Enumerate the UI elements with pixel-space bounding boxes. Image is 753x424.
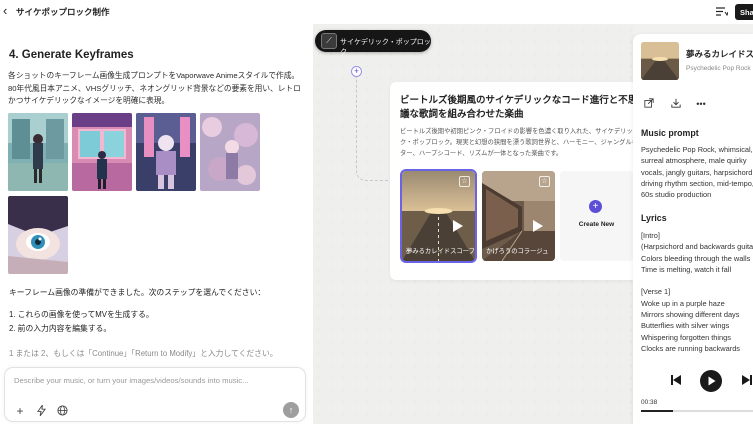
- keyframe-image[interactable]: [8, 196, 68, 274]
- keyframe-image[interactable]: [8, 113, 68, 191]
- create-new-button[interactable]: + Create New: [560, 171, 633, 261]
- lyrics-heading: Lyrics: [641, 213, 667, 223]
- wand-icon: ⟋: [321, 33, 337, 49]
- message-input[interactable]: [14, 376, 294, 385]
- music-prompt-text: Psychedelic Pop Rock, whimsical, surreal…: [641, 145, 753, 200]
- progress-bar[interactable]: [641, 410, 753, 412]
- download-icon[interactable]: [670, 98, 682, 110]
- lightning-icon[interactable]: [35, 403, 47, 417]
- song-title: 夢みるカレイドスコープ: [406, 248, 474, 255]
- play-icon[interactable]: [452, 219, 464, 233]
- add-icon[interactable]: +: [14, 405, 26, 417]
- song-title: かげろうのコラージュ: [486, 248, 549, 255]
- play-icon[interactable]: [532, 219, 544, 233]
- list-icon[interactable]: [716, 6, 728, 17]
- card-description: ビートルズ後期や初期ピンク・フロイドの影響を色濃く取り入れた、サイケデリック・ポ…: [400, 128, 639, 157]
- style-node-label: サイケデリック・ポップロック: [340, 39, 431, 56]
- previous-icon[interactable]: [670, 374, 682, 386]
- send-button[interactable]: ↑: [283, 402, 299, 418]
- keyframe-image[interactable]: [200, 113, 260, 191]
- lyrics-text: [Intro] (Harpsichord and backwards guita…: [641, 231, 753, 353]
- play-icon: [708, 376, 716, 386]
- create-new-label: Create New: [578, 221, 615, 228]
- card-title: ビートルズ後期風のサイケデリックなコード進行と不思議な歌詞を組み合わせた楽曲: [400, 95, 638, 120]
- instruction-hint: 1 または 2、もしくは「Continue」「Return to Modify」…: [9, 349, 278, 358]
- song-genre: Psychedelic Pop Rock: [686, 65, 751, 72]
- style-node[interactable]: ⟋ サイケデリック・ポップロック: [315, 30, 431, 56]
- play-button[interactable]: [700, 370, 722, 392]
- section-title: 4. Generate Keyframes: [9, 49, 134, 61]
- add-node-button[interactable]: +: [351, 66, 362, 77]
- top-bar: ‹ サイケポップロック制作 Shar: [0, 0, 753, 24]
- connector-line: [356, 77, 388, 181]
- message-composer: + ↑: [4, 367, 306, 422]
- song-title: 夢みるカレイドスコ: [686, 49, 753, 59]
- chat-panel: 4. Generate Keyframes 各ショットのキーフレーム画像生成プロ…: [0, 24, 313, 424]
- song-tile[interactable]: ☆ かげろうのコラージュ: [482, 171, 555, 261]
- next-icon[interactable]: [741, 374, 753, 386]
- progress-fill: [641, 410, 674, 412]
- open-external-icon[interactable]: [643, 98, 655, 110]
- option-item: 1. これらの画像を使ってMVを生成する。: [9, 310, 154, 319]
- favorite-icon[interactable]: ☆: [459, 176, 470, 187]
- music-card: ビートルズ後期風のサイケデリックなコード進行と不思議な歌詞を組み合わせた楽曲 ビ…: [390, 82, 650, 280]
- option-item: 2. 前の入力内容を編集する。: [9, 324, 112, 333]
- song-tile[interactable]: ☆ 夢みるカレイドスコープ: [400, 169, 477, 263]
- share-button[interactable]: Shar: [735, 4, 753, 20]
- music-prompt-heading: Music prompt: [641, 128, 699, 138]
- song-cover: [641, 42, 679, 80]
- globe-icon[interactable]: [56, 405, 68, 417]
- playback-time: 00:38: [641, 399, 658, 406]
- keyframe-image[interactable]: [136, 113, 196, 191]
- project-title: サイケポップロック制作: [16, 7, 110, 17]
- options-list: 1. これらの画像を使ってMVを生成する。 2. 前の入力内容を編集する。: [9, 308, 154, 336]
- more-icon[interactable]: •••: [695, 98, 707, 110]
- back-button[interactable]: ‹: [3, 4, 7, 18]
- song-detail-panel: 夢みるカレイドスコ Psychedelic Pop Rock ••• Music…: [633, 34, 753, 424]
- favorite-icon[interactable]: ☆: [539, 176, 550, 187]
- keyframe-image[interactable]: [72, 113, 132, 191]
- plus-icon: +: [589, 200, 602, 213]
- status-message: キーフレーム画像の準備ができました。次のステップを選んでください：: [9, 288, 266, 297]
- section-description: 各ショットのキーフレーム画像生成プロンプトをVaporwave Animeスタイ…: [8, 71, 301, 105]
- workflow-canvas[interactable]: ⟋ サイケデリック・ポップロック + ビートルズ後期風のサイケデリックなコード進…: [313, 24, 650, 424]
